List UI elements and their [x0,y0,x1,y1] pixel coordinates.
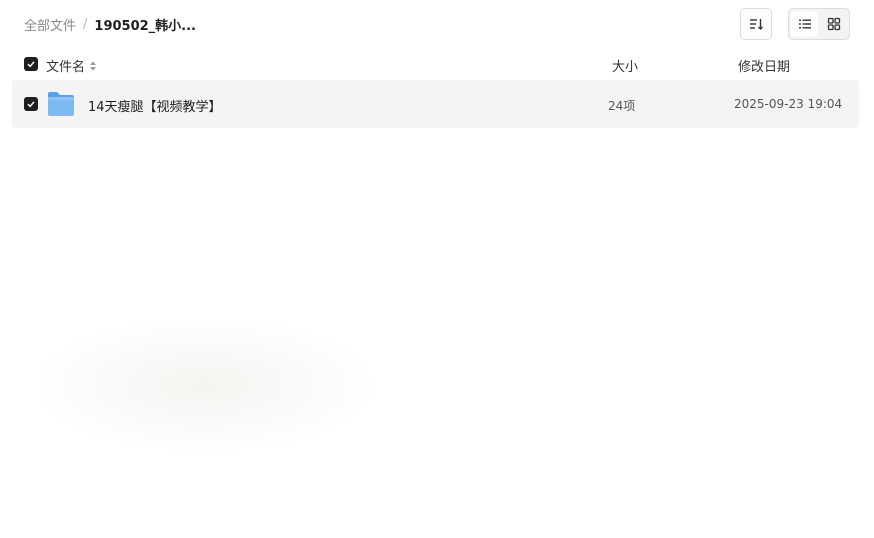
column-header-date: 修改日期 [738,60,791,75]
sort-toggle-icon [90,61,97,70]
table-row[interactable]: 14天瘦腿【视频教学】 24项 2025-09-23 19:04 [12,80,859,128]
file-name[interactable]: 14天瘦腿【视频教学】 [88,96,222,115]
list-view-button[interactable] [791,11,818,37]
view-toggle [788,8,850,40]
folder-icon [48,92,74,116]
sort-button[interactable] [740,8,772,40]
file-date: 2025-09-23 19:04 [734,97,843,111]
select-all-checkbox[interactable] [24,57,38,71]
sort-icon [750,19,763,30]
column-header-name[interactable]: 文件名 [46,56,97,75]
breadcrumb: 全部文件 / 190502_韩小... [24,15,196,34]
file-size: 24项 [608,99,636,113]
breadcrumb-current: 190502_韩小... [94,19,196,34]
breadcrumb-root[interactable]: 全部文件 [24,15,76,34]
grid-view-icon [827,17,840,31]
column-header-name-label: 文件名 [46,60,86,75]
breadcrumb-separator: / [83,17,88,32]
table-header: 文件名 大小 修改日期 [12,50,859,78]
list-view-icon [798,19,811,29]
top-bar: 全部文件 / 190502_韩小... [0,0,874,48]
checkmark-icon [27,61,35,68]
column-header-size: 大小 [612,60,639,75]
grid-view-button[interactable] [820,11,847,37]
checkmark-icon [27,101,35,108]
row-checkbox[interactable] [24,97,38,111]
background-artifact [40,320,370,450]
